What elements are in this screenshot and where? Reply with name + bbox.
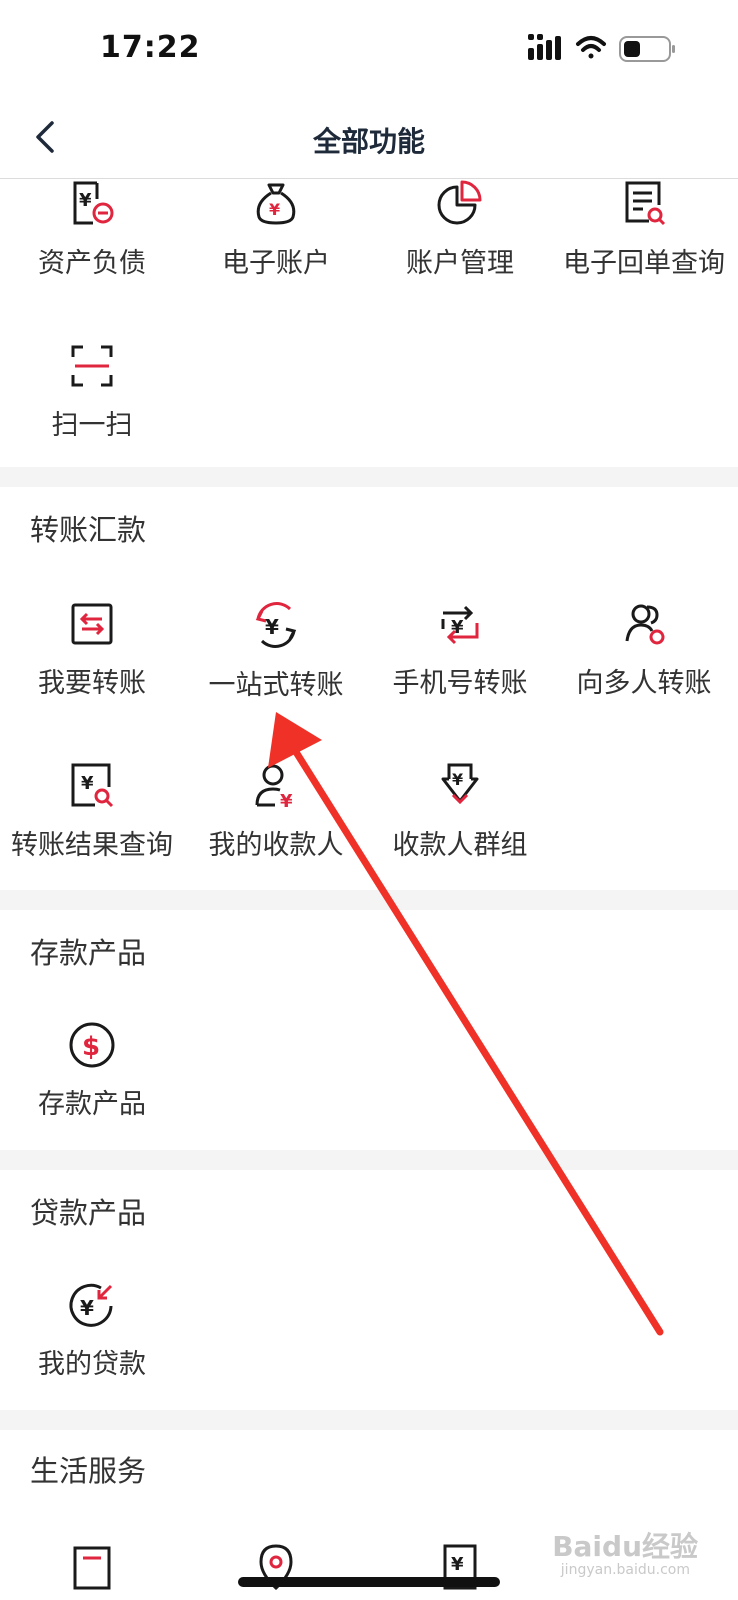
phone-transfer-icon: ¥	[441, 605, 479, 645]
section-divider	[0, 467, 738, 487]
payee-icon: ¥	[255, 764, 293, 811]
item-scan[interactable]: 扫一扫	[0, 341, 184, 442]
item-one-stop-transfer[interactable]: ¥ 一站式转账	[184, 599, 368, 702]
item-transfer-result[interactable]: ¥ 转账结果查询	[0, 761, 184, 862]
section-transfer: 转账汇款 我要转账 ¥ 一站式转账 ¥ 手机号转账 向多人转账 ¥ 转账结果查询…	[0, 487, 738, 890]
home-indicator[interactable]	[238, 1577, 500, 1587]
svg-text:$: $	[82, 1032, 100, 1062]
item-partial[interactable]	[0, 1542, 184, 1592]
item-label: 收款人群组	[392, 830, 528, 861]
loan-icon: ¥	[69, 1283, 113, 1327]
item-label: 我要转账	[38, 668, 146, 699]
item-label: 手机号转账	[392, 668, 528, 699]
section-title: 存款产品	[30, 936, 147, 970]
item-receipt-query[interactable]: 电子回单查询	[552, 179, 736, 280]
scan-icon	[71, 345, 113, 387]
item-label: 存款产品	[38, 1089, 146, 1120]
svg-text:¥: ¥	[80, 1296, 94, 1320]
asset-debt-icon: ¥	[73, 181, 114, 225]
payee-group-icon: ¥	[441, 763, 479, 805]
svg-text:¥: ¥	[269, 200, 280, 219]
svg-text:¥: ¥	[79, 190, 92, 211]
item-label: 我的收款人	[208, 830, 344, 861]
section-title: 生活服务	[30, 1454, 147, 1488]
svg-text:¥: ¥	[452, 770, 463, 789]
status-time: 17:22	[100, 30, 201, 65]
status-bar: 17:22	[0, 0, 738, 100]
section-divider	[0, 1410, 738, 1430]
dollar-coin-icon: $	[69, 1022, 115, 1068]
item-label: 扫一扫	[51, 410, 133, 441]
calendar-icon	[73, 1546, 111, 1590]
item-multi-transfer[interactable]: 向多人转账	[552, 599, 736, 700]
item-label: 电子回单查询	[563, 248, 725, 279]
section-account: ¥ 资产负债 ¥ 电子账户 账户管理 电子回单查询 扫一扫	[0, 179, 738, 467]
one-stop-transfer-icon: ¥	[255, 602, 297, 648]
multi-transfer-icon	[625, 604, 665, 645]
svg-text:¥: ¥	[451, 1554, 464, 1575]
signal-icon	[528, 34, 561, 60]
item-label: 账户管理	[406, 248, 514, 279]
item-my-loan[interactable]: ¥ 我的贷款	[0, 1280, 184, 1381]
item-label: 向多人转账	[576, 668, 712, 699]
item-asset-debt[interactable]: ¥ 资产负债	[0, 179, 184, 280]
item-deposit-product[interactable]: $ 存款产品	[0, 1020, 184, 1121]
receipt-search-icon	[625, 181, 666, 226]
section-divider	[0, 890, 738, 910]
item-label: 资产负债	[38, 248, 146, 279]
svg-text:¥: ¥	[81, 773, 94, 794]
item-phone-transfer[interactable]: ¥ 手机号转账	[368, 599, 552, 700]
section-title: 转账汇款	[30, 513, 147, 547]
item-account-manage[interactable]: 账户管理	[368, 179, 552, 280]
item-e-account[interactable]: ¥ 电子账户	[184, 179, 368, 280]
item-label: 我的贷款	[38, 1349, 146, 1380]
wifi-icon	[576, 36, 606, 59]
section-deposit: 存款产品 $ 存款产品	[0, 910, 738, 1150]
battery-icon	[619, 36, 675, 62]
transfer-result-icon: ¥	[71, 763, 114, 808]
item-label: 一站式转账	[208, 670, 344, 701]
item-label: 转账结果查询	[11, 830, 173, 861]
watermark-logo: Baidu经验	[552, 1530, 698, 1563]
section-divider	[0, 1150, 738, 1170]
pie-chart-icon	[437, 180, 482, 225]
status-icons	[528, 32, 678, 68]
svg-text:¥: ¥	[451, 617, 464, 638]
section-title: 贷款产品	[30, 1196, 147, 1230]
page-title: 全部功能	[312, 125, 425, 158]
svg-text:¥: ¥	[265, 615, 279, 639]
nav-bar: 全部功能	[0, 100, 738, 179]
transfer-icon	[71, 603, 113, 645]
item-payee[interactable]: ¥ 我的收款人	[184, 761, 368, 862]
money-bag-icon: ¥	[256, 183, 296, 225]
item-label: 电子账户	[222, 248, 330, 279]
item-transfer[interactable]: 我要转账	[0, 599, 184, 700]
section-loan: 贷款产品 ¥ 我的贷款	[0, 1170, 738, 1410]
svg-text:¥: ¥	[280, 791, 293, 811]
item-payee-group[interactable]: ¥ 收款人群组	[368, 761, 552, 862]
watermark-url: jingyan.baidu.com	[560, 1562, 690, 1578]
